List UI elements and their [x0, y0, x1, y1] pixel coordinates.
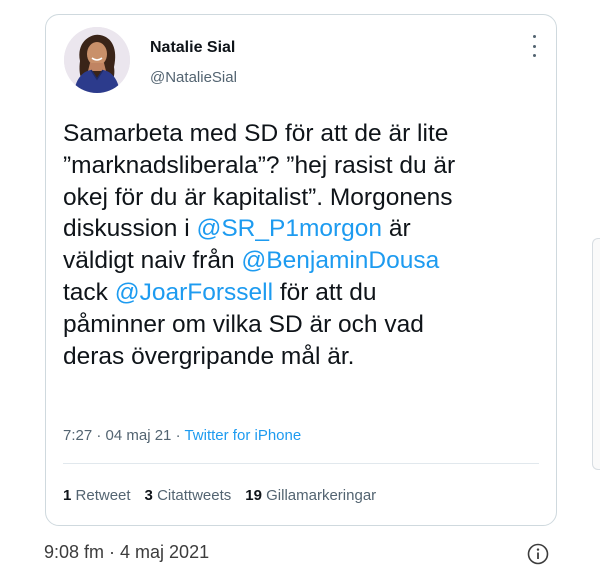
quotes-label: Citattweets [157, 487, 232, 504]
author-handle[interactable]: @NatalieSial [150, 69, 237, 86]
retweets-stat[interactable]: 1 Retweet [63, 487, 131, 504]
retweets-label: Retweet [75, 487, 131, 504]
tweet-text-segment: tack [63, 278, 108, 306]
tweet-text: Samarbeta med SD för att de är lite ”mar… [63, 118, 549, 372]
tweet-time[interactable]: 7:27 · 04 maj 21 · [63, 427, 184, 444]
mention-sr-p1morgon[interactable]: @SR_P1morgon [196, 215, 382, 242]
author-name[interactable]: Natalie Sial [150, 39, 235, 57]
post-timestamp: 9:08 fm · 4 maj 2021 [44, 542, 210, 562]
tweet-stats: 1 Retweet 3 Citattweets 19 Gillamarkerin… [63, 487, 376, 504]
quotes-count: 3 [144, 487, 153, 504]
mention-joarforssell[interactable]: @JoarForssell [115, 279, 273, 306]
tweet-meta: 7:27 · 04 maj 21 · Twitter for iPhone [63, 427, 301, 444]
tweet-source[interactable]: Twitter for iPhone [184, 427, 301, 444]
likes-count: 19 [245, 487, 262, 504]
likes-stat[interactable]: 19 Gillamarkeringar [245, 487, 376, 504]
tweet-card[interactable]: Natalie Sial @NatalieSial Samarbeta med … [45, 14, 557, 526]
more-vertical-icon[interactable] [528, 35, 540, 57]
scrollbar[interactable] [592, 238, 600, 470]
mention-benjamindousa[interactable]: @BenjaminDousa [241, 247, 439, 274]
divider [63, 463, 539, 464]
avatar[interactable] [64, 27, 130, 93]
quotes-stat[interactable]: 3 Citattweets [145, 487, 232, 504]
retweets-count: 1 [63, 487, 72, 504]
info-icon[interactable] [527, 543, 549, 565]
avatar-image [64, 27, 130, 93]
likes-label: Gillamarkeringar [266, 487, 377, 504]
